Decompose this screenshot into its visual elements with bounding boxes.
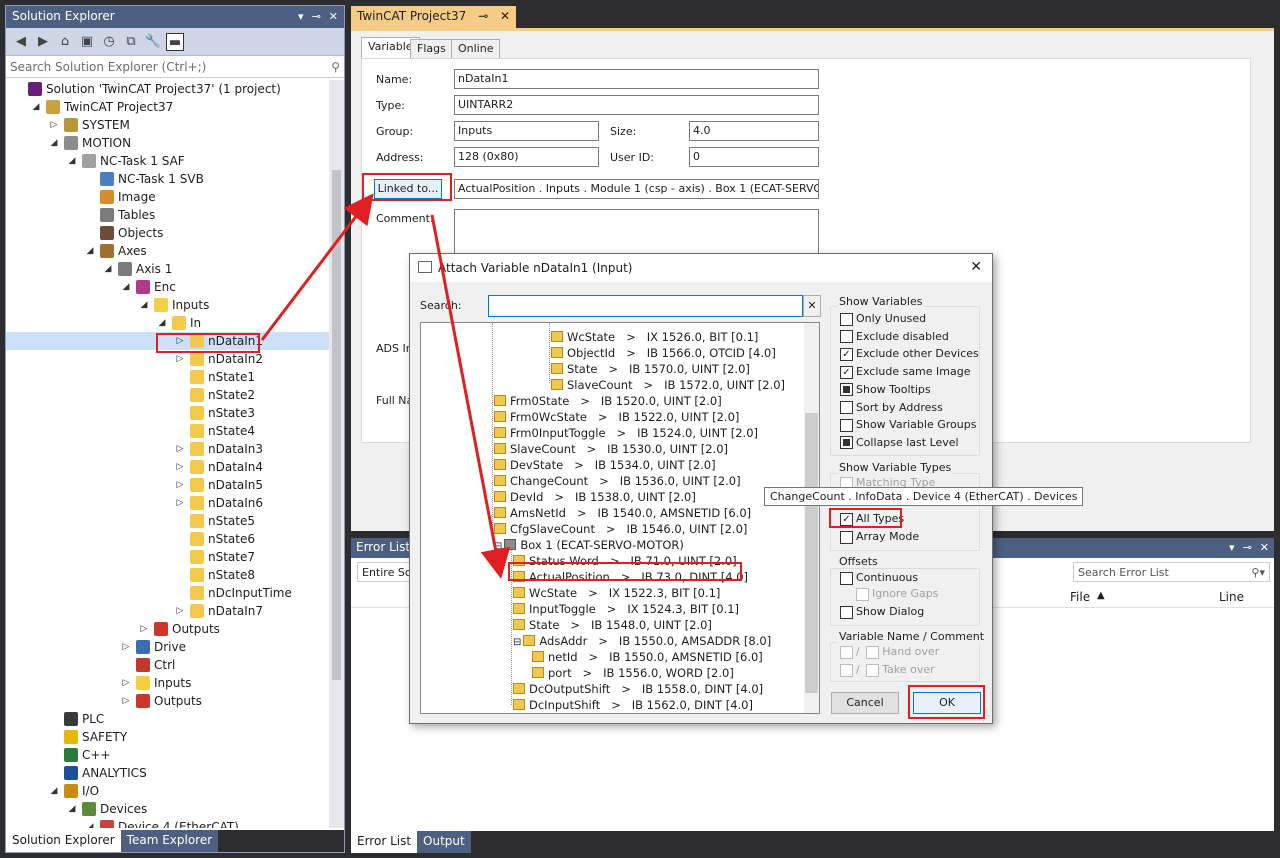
annotation-arrows [260, 193, 511, 579]
arrow-to-linked-button [260, 193, 374, 341]
arrow-to-actualposition [430, 214, 511, 579]
